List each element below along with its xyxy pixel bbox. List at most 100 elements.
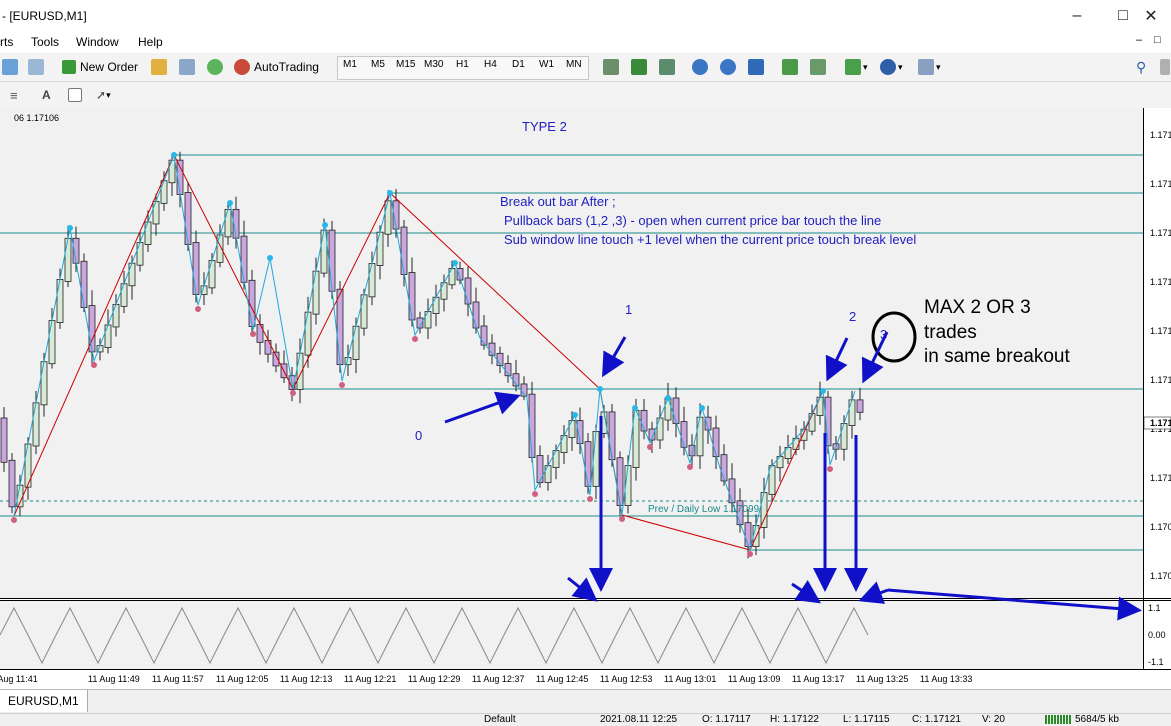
menu-tools[interactable]: Tools <box>31 35 59 49</box>
menu-window[interactable]: Window <box>76 35 119 49</box>
market-watch-icon[interactable] <box>151 57 167 77</box>
candle-chart-icon[interactable] <box>631 57 647 77</box>
sub-minimize-icon[interactable]: – <box>1136 34 1142 46</box>
time-tick: 11 Aug 12:37 <box>472 674 524 684</box>
candle-body <box>160 180 168 204</box>
candle-body <box>584 441 592 487</box>
window-title: - [EURUSD,M1] <box>2 9 87 23</box>
swing-low-dot <box>412 336 418 342</box>
main-toolbar: New Order AutoTrading M1 M5 M15 M30 H1 H… <box>0 53 1171 82</box>
tf-w1[interactable]: W1 <box>539 59 554 70</box>
tf-m1[interactable]: M1 <box>343 59 357 70</box>
chart-window[interactable]: 06 1.17106 TYPE 2 Break out bar After ; … <box>0 108 1171 686</box>
candle-body <box>408 272 416 321</box>
close-button[interactable]: ✕ <box>1131 4 1171 28</box>
price-tick: 1.170 <box>1150 522 1171 532</box>
time-tick: 11 Aug 11:41 <box>0 674 38 684</box>
time-tick: 11 Aug 13:17 <box>792 674 844 684</box>
candle-body <box>680 421 688 448</box>
price-chart[interactable]: 06 1.17106 TYPE 2 Break out bar After ; … <box>0 108 1171 686</box>
candle-body <box>120 283 128 307</box>
navigator-icon[interactable] <box>179 57 195 77</box>
tf-h4[interactable]: H4 <box>484 59 497 70</box>
candle-body <box>240 235 248 283</box>
minimize-button[interactable]: – <box>1057 4 1097 28</box>
chart-icon[interactable] <box>2 57 18 77</box>
price-tick: 1.171 <box>1150 179 1171 189</box>
autotrading-button[interactable]: AutoTrading <box>234 57 319 77</box>
tf-m15[interactable]: M15 <box>396 59 415 70</box>
templates-icon[interactable]: ▾ <box>918 57 941 77</box>
swing-high-dot <box>227 200 233 206</box>
swing-high-dot <box>171 152 177 158</box>
status-profile[interactable]: Default <box>484 714 516 725</box>
tile-windows-icon[interactable] <box>748 57 764 77</box>
candle-body <box>128 262 136 287</box>
menu-bar: rts Tools Window Help – □ <box>0 32 1171 52</box>
time-tick: 11 Aug 11:57 <box>152 674 204 684</box>
zoom-out-icon[interactable] <box>720 57 736 77</box>
account-icon[interactable] <box>1160 57 1170 77</box>
sub-tick-low: -1.1 <box>1148 657 1164 667</box>
candle-body <box>472 301 480 329</box>
time-tick: 11 Aug 11:49 <box>88 674 140 684</box>
autotrading-label: AutoTrading <box>254 60 319 74</box>
swing-low-dot <box>687 464 693 470</box>
candle-body <box>80 260 88 308</box>
candle-body <box>856 399 864 413</box>
candle-body <box>192 242 200 295</box>
tab-eurusd-m1[interactable]: EURUSD,M1 <box>0 690 88 712</box>
menu-help[interactable]: Help <box>138 35 163 49</box>
new-order-label: New Order <box>80 60 139 74</box>
autoscroll-icon[interactable] <box>782 57 798 77</box>
new-order-icon <box>62 60 76 74</box>
tf-m5[interactable]: M5 <box>371 59 385 70</box>
chart-tabs: EURUSD,M1 <box>0 689 1171 714</box>
traffic-bars-icon <box>1045 715 1071 724</box>
line-chart-icon[interactable] <box>659 57 675 77</box>
time-tick: 11 Aug 12:13 <box>280 674 332 684</box>
candle-body <box>816 396 824 417</box>
swing-low-dot <box>290 390 296 396</box>
candle-body <box>8 459 16 508</box>
sub-restore-icon[interactable]: □ <box>1154 34 1161 46</box>
tf-m30[interactable]: M30 <box>424 59 443 70</box>
candle-body <box>360 294 368 329</box>
zoom-in-icon[interactable] <box>692 57 708 77</box>
candle-body <box>400 226 408 275</box>
indicators-icon[interactable]: ▾ <box>845 57 868 77</box>
candle-body <box>616 457 624 506</box>
chart-shift-icon[interactable] <box>810 57 826 77</box>
candle-body <box>208 259 216 289</box>
channel-tool-icon[interactable]: ≡ <box>10 85 18 105</box>
text-label-icon[interactable] <box>68 85 82 105</box>
tf-h1[interactable]: H1 <box>456 59 469 70</box>
candle-body <box>728 478 736 504</box>
candle-body <box>152 200 160 225</box>
periods-clock-icon[interactable]: ▾ <box>880 57 903 77</box>
candle-body <box>224 208 232 238</box>
swing-high-dot <box>387 190 393 196</box>
candle-body <box>368 263 376 298</box>
text-tool[interactable]: A <box>42 85 51 105</box>
autotrading-icon <box>234 59 250 75</box>
label-two: 2 <box>849 309 856 324</box>
chart-header-text: 06 1.17106 <box>14 113 59 123</box>
tf-d1[interactable]: D1 <box>512 59 525 70</box>
new-order-button[interactable]: New Order <box>62 57 138 77</box>
candle-body <box>760 492 768 528</box>
prev-low-label: Prev / Daily Low 1.17099 <box>648 504 760 515</box>
bar-chart-icon[interactable] <box>603 57 619 77</box>
candle-body <box>56 279 64 323</box>
signals-icon[interactable] <box>207 57 223 77</box>
price-tick: 1.170 <box>1150 571 1171 581</box>
arrows-tool-icon[interactable]: ➚ ▾ <box>96 85 111 105</box>
swing-low-dot <box>532 491 538 497</box>
swing-low-dot <box>91 362 97 368</box>
tf-mn[interactable]: MN <box>566 59 582 70</box>
search-icon[interactable]: ⚲ <box>1136 57 1146 77</box>
zoom-chart-icon[interactable] <box>28 57 44 77</box>
menu-charts[interactable]: rts <box>0 35 13 49</box>
swing-high-dot <box>572 412 578 418</box>
time-tick: 11 Aug 13:01 <box>664 674 716 684</box>
